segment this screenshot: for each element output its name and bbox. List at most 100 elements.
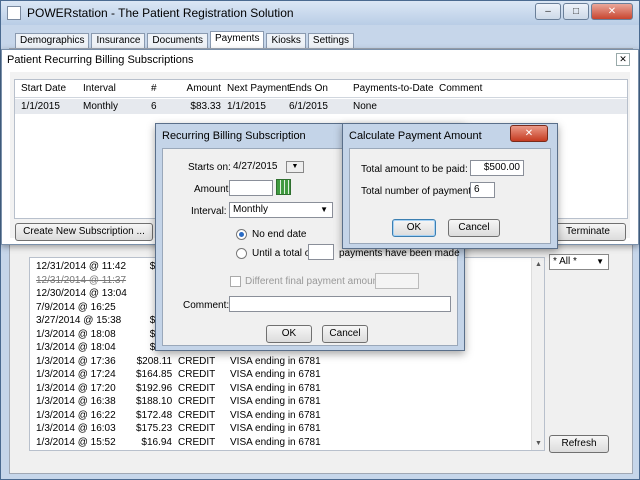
minimize-button[interactable]: – bbox=[535, 3, 561, 20]
payment-type: CREDIT bbox=[178, 355, 216, 367]
interval-select[interactable]: Monthly ▼ bbox=[229, 202, 333, 218]
payment-amount: $192.96 bbox=[136, 382, 173, 394]
tab-settings[interactable]: Settings bbox=[307, 33, 355, 48]
payment-description: VISA ending in 6781 bbox=[230, 409, 321, 421]
chevron-down-icon: ▼ bbox=[320, 205, 328, 214]
payments-made-label: payments have been made bbox=[339, 248, 460, 259]
calc-close-button[interactable]: ✕ bbox=[510, 125, 548, 142]
payment-date: 3/27/2014 @ 15:38 bbox=[36, 315, 122, 326]
col-amount[interactable]: Amount bbox=[183, 83, 221, 94]
payment-type: CREDIT bbox=[178, 382, 216, 394]
cell-next-payment: 1/1/2015 bbox=[227, 101, 266, 112]
payment-date: 12/30/2014 @ 13:04 bbox=[36, 288, 127, 299]
payment-amount: $175.23 bbox=[136, 423, 173, 434]
calculator-icon[interactable] bbox=[276, 179, 291, 195]
payment-filter-select[interactable]: * All * ▼ bbox=[549, 254, 609, 270]
no-end-date-radio[interactable] bbox=[236, 229, 247, 240]
number-of-payments-label: Total number of payments: bbox=[361, 186, 479, 197]
col-count[interactable]: # bbox=[151, 83, 157, 94]
tab-demographics[interactable]: Demographics bbox=[15, 33, 90, 48]
app-icon bbox=[7, 6, 21, 20]
payment-amount: $172.48 bbox=[136, 409, 173, 421]
total-amount-input[interactable]: $500.00 bbox=[470, 160, 524, 176]
payment-description: VISA ending in 6781 bbox=[230, 355, 321, 367]
payment-description: VISA ending in 6781 bbox=[230, 436, 321, 448]
list-item[interactable]: 1/3/2014 @ 16:38 $188.10 CREDIT VISA ending… bbox=[30, 396, 530, 409]
payment-type: CREDIT bbox=[178, 423, 216, 434]
terminate-button[interactable]: Terminate bbox=[550, 223, 626, 241]
list-item[interactable]: 1/3/2014 @ 16:03 $175.23 CREDIT VISA ending… bbox=[30, 423, 530, 436]
until-total-label: Until a total of bbox=[252, 248, 314, 259]
cell-amount: $83.33 bbox=[190, 101, 221, 112]
tab-kiosks[interactable]: Kiosks bbox=[266, 33, 306, 48]
table-row[interactable]: 1/1/2015 Monthly 6 $83.33 1/1/2015 6/1/2… bbox=[15, 99, 627, 114]
payment-count-input[interactable] bbox=[308, 244, 334, 260]
col-interval[interactable]: Interval bbox=[83, 83, 116, 94]
col-ends-on[interactable]: Ends On bbox=[289, 83, 328, 94]
payment-amount: $16.94 bbox=[141, 436, 172, 448]
payment-description: VISA ending in 6781 bbox=[230, 382, 321, 394]
subscriptions-close-button[interactable]: ✕ bbox=[616, 53, 630, 66]
amount-input[interactable] bbox=[229, 180, 273, 196]
payment-date: 1/3/2014 @ 18:08 bbox=[36, 328, 116, 340]
payments-scrollbar[interactable]: ▲ ▼ bbox=[531, 258, 544, 450]
list-item[interactable]: 1/3/2014 @ 17:20 $192.96 CREDIT VISA ending… bbox=[30, 383, 530, 396]
tab-payments[interactable]: Payments bbox=[209, 31, 265, 48]
payment-date: 12/31/2014 @ 11:37 bbox=[36, 274, 127, 286]
payment-description: VISA ending in 6781 bbox=[230, 396, 321, 407]
scroll-up-icon[interactable]: ▲ bbox=[534, 260, 543, 269]
no-end-date-label: No end date bbox=[252, 229, 307, 240]
maximize-button[interactable]: □ bbox=[563, 3, 589, 20]
payment-date: 1/3/2014 @ 15:52 bbox=[36, 436, 116, 448]
number-of-payments-input[interactable]: 6 bbox=[470, 182, 495, 198]
list-item[interactable]: 1/3/2014 @ 17:24 $164.85 CREDIT VISA ending… bbox=[30, 369, 530, 382]
calc-ok-button[interactable]: OK bbox=[392, 219, 436, 237]
col-payments-to-date[interactable]: Payments-to-Date bbox=[353, 83, 434, 94]
col-comment[interactable]: Comment bbox=[439, 83, 482, 94]
list-item[interactable]: 1/3/2014 @ 17:36 $208.11 CREDIT VISA ending… bbox=[30, 356, 530, 369]
calc-cancel-button[interactable]: Cancel bbox=[448, 219, 500, 237]
payment-type: CREDIT bbox=[178, 396, 216, 407]
different-final-checkbox[interactable] bbox=[230, 276, 241, 287]
calc-dialog-title: Calculate Payment Amount bbox=[349, 130, 482, 142]
recurring-cancel-button[interactable]: Cancel bbox=[322, 325, 368, 343]
create-subscription-button[interactable]: Create New Subscription ... bbox=[15, 223, 153, 241]
subscriptions-title: Patient Recurring Billing Subscriptions bbox=[7, 54, 194, 66]
tab-documents[interactable]: Documents bbox=[147, 33, 208, 48]
main-window: POWERstation - The Patient Registration … bbox=[0, 0, 640, 480]
list-item[interactable]: 1/3/2014 @ 15:52 $16.94 CREDIT VISA ending … bbox=[30, 437, 530, 450]
col-start-date[interactable]: Start Date bbox=[21, 83, 66, 94]
tab-bar: Demographics Insurance Documents Payment… bbox=[15, 31, 356, 48]
grid-header: Start Date Interval # Amount Next Paymen… bbox=[15, 80, 627, 98]
interval-label: Interval: bbox=[191, 206, 227, 217]
amount-label: Amount: bbox=[194, 184, 232, 195]
calendar-dropdown-icon[interactable]: ▼ bbox=[286, 161, 304, 173]
payment-amount: $208.11 bbox=[136, 355, 172, 367]
scroll-down-icon[interactable]: ▼ bbox=[534, 439, 543, 448]
payment-description: VISA ending in 6781 bbox=[230, 423, 321, 434]
payment-amount: $188.10 bbox=[136, 396, 173, 407]
refresh-button[interactable]: Refresh bbox=[549, 435, 609, 453]
starts-on-field[interactable]: 4/27/2015 ▼ bbox=[229, 159, 305, 175]
payment-date: 1/3/2014 @ 17:24 bbox=[36, 369, 116, 380]
payment-type: CREDIT bbox=[178, 369, 216, 380]
different-final-label: Different final payment amount of: bbox=[245, 276, 395, 287]
payment-type: CREDIT bbox=[178, 409, 216, 421]
payment-amount: $164.85 bbox=[136, 369, 173, 380]
cell-start-date: 1/1/2015 bbox=[21, 101, 60, 112]
payment-date: 1/3/2014 @ 16:22 bbox=[36, 409, 116, 421]
payment-date: 1/3/2014 @ 17:36 bbox=[36, 355, 116, 367]
list-item[interactable]: 1/3/2014 @ 16:22 $172.48 CREDIT VISA ending… bbox=[30, 410, 530, 423]
interval-value: Monthly bbox=[233, 204, 269, 215]
payment-date: 1/3/2014 @ 16:38 bbox=[36, 396, 116, 407]
col-next-payment[interactable]: Next Payment bbox=[227, 83, 290, 94]
comment-input[interactable] bbox=[229, 296, 451, 312]
tab-insurance[interactable]: Insurance bbox=[91, 33, 146, 48]
final-amount-input[interactable] bbox=[375, 273, 419, 289]
recurring-ok-button[interactable]: OK bbox=[266, 325, 312, 343]
until-total-radio[interactable] bbox=[236, 248, 247, 259]
close-button[interactable]: ✕ bbox=[591, 3, 633, 20]
cell-ends-on: 6/1/2015 bbox=[289, 101, 328, 112]
subscriptions-titlebar: Patient Recurring Billing Subscriptions bbox=[2, 50, 638, 70]
window-controls: – □ ✕ bbox=[535, 3, 633, 20]
